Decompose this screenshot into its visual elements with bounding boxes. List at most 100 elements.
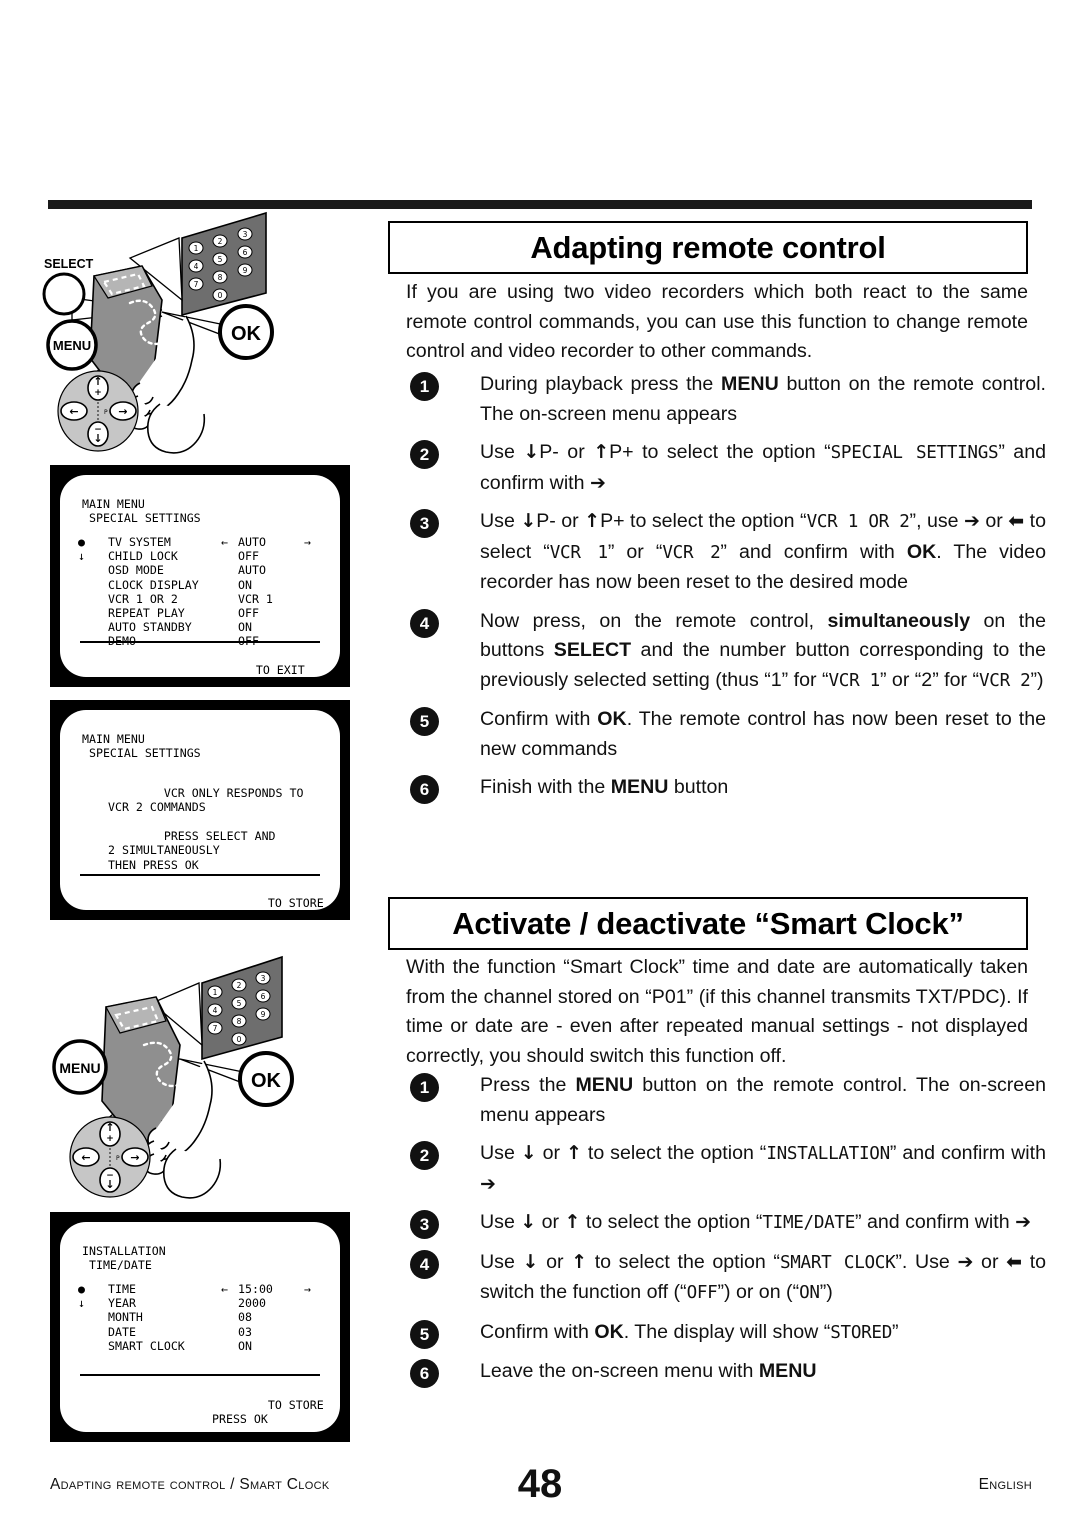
svg-text:0: 0: [218, 291, 223, 300]
step-list-smart-clock: 1 Press the MENU button on the remote con…: [406, 1071, 1046, 1396]
osd-row: AUTO STANDBY ON: [78, 620, 320, 634]
intro-paragraph-smart-clock: With the function “Smart Clock” time and…: [406, 956, 1028, 1067]
svg-text:6: 6: [243, 248, 248, 257]
osd-footer-hint: TO EXITPRESS MENU: [255, 663, 305, 677]
svg-text:←: ←: [69, 405, 78, 418]
step-text: Use ↓P- or ↑P+ to select the option “VCR…: [480, 510, 1047, 593]
step-number-badge: 3: [410, 1210, 439, 1239]
osd-row-list: ● TV SYSTEM ← AUTO → ↓ CHILD LOCK OFF OSD MODE AU…: [78, 535, 320, 649]
svg-text:7: 7: [213, 1024, 218, 1033]
step-item: 4 Now press, on the remote control, simul…: [406, 607, 1046, 697]
remote-control-illustration-top: 123 456 789 0 SELECT MENU OK ↑ + − ↓ ← →…: [34, 208, 364, 458]
osd-row: CLOCK DISPLAY ON: [78, 578, 320, 592]
osd-footer-hint: TO STOREPRESS OK: [267, 896, 324, 910]
osd-row-label: YEAR: [108, 1296, 136, 1311]
svg-text:MENU: MENU: [59, 1060, 100, 1076]
osd-row-label: CHILD LOCK: [108, 549, 178, 564]
step-item: 3 Use ↓ or ↑ to select the option “TIME/D…: [406, 1208, 1046, 1239]
step-text: Confirm with OK. The remote control has …: [480, 708, 1046, 760]
osd-row-label: TV SYSTEM: [108, 535, 171, 549]
keypad-panel-icon: 1 2 3 4 5 6 7 8 9 0: [181, 211, 267, 317]
step-number-badge: 6: [410, 775, 439, 804]
osd-arrow-left-icon: ←: [221, 1282, 228, 1296]
keypad-panel-icon: 1 2 3 4 5 6 7 8 9 0: [201, 955, 283, 1061]
step-item: 6 Leave the on-screen menu with MENU: [406, 1357, 1046, 1388]
step-text: Confirm with OK. The display will show “…: [480, 1320, 899, 1343]
osd-row: MONTH 08: [78, 1310, 320, 1324]
osd-divider: [80, 1374, 320, 1376]
osd-screenshot-vcr-command-confirm: MAIN MENU SPECIAL SETTINGS VCR ONLY RESP…: [50, 700, 350, 920]
step-item: 1 During playback press the MENU button o…: [406, 370, 1046, 429]
osd-row: ● TV SYSTEM ← AUTO →: [78, 535, 320, 549]
step-number-badge: 5: [410, 1319, 439, 1349]
osd-screenshot-special-settings: MAIN MENU SPECIAL SETTINGS ● TV SYSTEM ← AU…: [50, 465, 350, 687]
osd-row-value: VCR 1: [238, 591, 273, 606]
svg-text:↑: ↑: [93, 375, 102, 388]
osd-arrow-right-icon: →: [304, 535, 311, 549]
osd-row-list: ● TIME ← 15:00 → ↓ YEAR 2000 MONTH 08 DATE 03 SMART …: [78, 1282, 320, 1353]
osd-arrow-left-icon: ←: [221, 535, 228, 549]
step-number-badge: 6: [410, 1359, 439, 1388]
osd-row-marker: ●: [78, 1282, 85, 1296]
svg-text:3: 3: [243, 230, 248, 239]
osd-row: ↓ CHILD LOCK OFF: [78, 549, 320, 563]
step-text: Finish with the MENU button: [480, 776, 729, 798]
osd-row: OSD MODE AUTO: [78, 563, 320, 577]
osd-row-value: 08: [238, 1310, 252, 1325]
svg-text:→: →: [130, 1151, 139, 1164]
osd-row-value: OFF: [238, 605, 259, 620]
illus1-select-button-icon: [42, 272, 86, 316]
section-header-smart-clock: Activate / deactivate “Smart Clock”: [388, 897, 1028, 950]
osd-title: MAIN MENU SPECIAL SETTINGS: [82, 497, 201, 526]
osd-row: SMART CLOCK ON: [78, 1339, 320, 1353]
osd-row-value: AUTO: [238, 535, 266, 549]
svg-text:0: 0: [237, 1035, 242, 1044]
step-number-badge: 5: [410, 707, 439, 736]
svg-text:OK: OK: [251, 1070, 282, 1092]
osd-row: VCR 1 OR 2 VCR 1: [78, 592, 320, 606]
step-number-badge: 4: [410, 608, 439, 638]
osd-row: ↓ YEAR 2000: [78, 1296, 320, 1310]
footer-language-label: English: [978, 1476, 1032, 1493]
svg-text:1: 1: [194, 244, 199, 253]
osd-row-label: CLOCK DISPLAY: [108, 577, 199, 592]
osd-title: MAIN MENU SPECIAL SETTINGS: [82, 732, 201, 761]
svg-text:2: 2: [237, 981, 242, 990]
osd-divider: [80, 641, 320, 643]
osd-row-value: 15:00: [238, 1282, 273, 1296]
svg-text:←: ←: [81, 1151, 90, 1164]
svg-text:+: +: [106, 1134, 114, 1144]
step-text: Use ↓ or ↑ to select the option “INSTALL…: [480, 1142, 1046, 1195]
manual-page: 1 2 3 4 5 6 7 8 9 0 SELECT MENU OK ↑ + − ↓ ← →…: [0, 0, 1080, 1528]
step-text: Use ↓P- or ↑P+ to select the option “SPE…: [480, 441, 1046, 494]
section-title: Activate / deactivate “Smart Clock”: [452, 905, 964, 941]
step-item: 5 Confirm with OK. The remote control has…: [406, 705, 1046, 764]
step-number-badge: 3: [410, 509, 439, 538]
step-number-badge: 2: [410, 440, 439, 469]
svg-text:9: 9: [261, 1010, 266, 1019]
svg-text:↓: ↓: [105, 1178, 114, 1191]
osd-title: INSTALLATION TIME/DATE: [82, 1244, 166, 1273]
osd-row: ● TIME ← 15:00 →: [78, 1282, 320, 1296]
osd-row: REPEAT PLAY OFF: [78, 606, 320, 620]
osd-row-value: OFF: [238, 549, 259, 564]
step-item: 2 Use ↓P- or ↑P+ to select the option “SP…: [406, 438, 1046, 498]
svg-text:↑: ↑: [105, 1121, 114, 1134]
osd-row-label: VCR 1 OR 2: [108, 591, 178, 606]
intro-paragraph-adapting: If you are using two video recorders whi…: [406, 281, 1028, 362]
svg-text:8: 8: [237, 1017, 242, 1026]
step-text: Use ↓ or ↑ to select the option “SMART C…: [480, 1250, 1047, 1304]
section-header-adapting-remote-control: Adapting remote control: [388, 221, 1028, 274]
svg-text:+: +: [94, 388, 102, 398]
step-number-badge: 4: [410, 1249, 439, 1279]
osd-row-label: REPEAT PLAY: [108, 605, 185, 620]
section-title: Adapting remote control: [530, 229, 886, 265]
osd-row-value: ON: [238, 620, 252, 635]
step-text: During playback press the MENU button on…: [480, 373, 1046, 425]
svg-text:→: →: [118, 405, 127, 418]
osd-row-value: 03: [238, 1324, 252, 1339]
osd-row-value: 2000: [238, 1296, 266, 1311]
osd-row: DATE 03: [78, 1325, 320, 1339]
remote-control-illustration-bottom: 123 456 789 0 MENU OK ↑ + − ↓ ← → P: [34, 945, 364, 1207]
step-text: Press the MENU button on the remote cont…: [480, 1074, 1046, 1126]
